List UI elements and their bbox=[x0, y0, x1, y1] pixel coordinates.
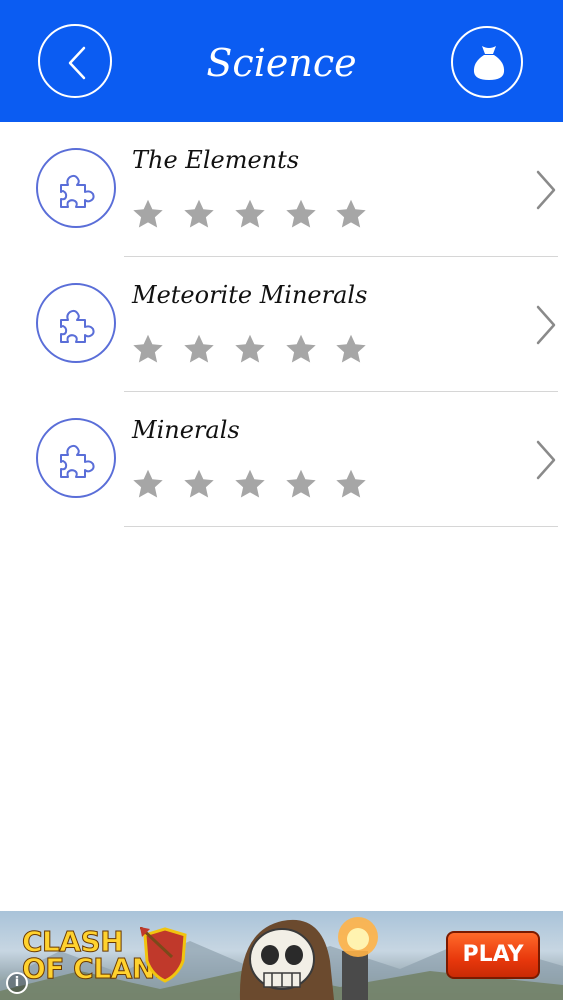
chevron-right-icon bbox=[536, 170, 556, 210]
info-icon[interactable]: i bbox=[6, 972, 28, 994]
list-item[interactable]: Minerals bbox=[0, 392, 563, 527]
star-icon bbox=[232, 196, 268, 232]
list-item[interactable]: Meteorite Minerals bbox=[0, 257, 563, 392]
coin-bag-icon bbox=[473, 46, 505, 80]
coin-bag-button[interactable] bbox=[451, 26, 523, 98]
item-title: Minerals bbox=[132, 416, 240, 444]
puzzle-badge bbox=[36, 283, 116, 363]
puzzle-piece-icon bbox=[60, 174, 95, 208]
star-icon bbox=[181, 331, 217, 367]
star-icon bbox=[232, 466, 268, 502]
item-title: Meteorite Minerals bbox=[132, 281, 368, 309]
chevron-right-icon bbox=[536, 440, 556, 480]
puzzle-piece-icon bbox=[60, 309, 95, 343]
star-icon bbox=[283, 196, 319, 232]
star-icon bbox=[333, 466, 369, 502]
puzzle-badge bbox=[36, 148, 116, 228]
ad-banner[interactable]: CLASH OF CLANS PLAY i bbox=[0, 911, 563, 1000]
star-icon bbox=[130, 196, 166, 232]
star-icon bbox=[181, 466, 217, 502]
puzzle-piece-icon bbox=[60, 444, 95, 478]
star-icon bbox=[232, 331, 268, 367]
star-icon bbox=[333, 196, 369, 232]
top-bar: Science bbox=[0, 0, 563, 122]
list-item[interactable]: The Elements bbox=[0, 122, 563, 257]
page-title: Science bbox=[206, 41, 357, 85]
play-button[interactable]: PLAY bbox=[446, 931, 540, 979]
star-icon bbox=[181, 196, 217, 232]
star-icon bbox=[130, 331, 166, 367]
chevron-right-icon bbox=[536, 305, 556, 345]
skeleton-character-icon bbox=[239, 917, 378, 1000]
back-button[interactable] bbox=[38, 24, 112, 98]
star-icon bbox=[283, 331, 319, 367]
star-icon bbox=[283, 466, 319, 502]
shield-icon bbox=[140, 927, 187, 983]
puzzle-badge bbox=[36, 418, 116, 498]
star-icon bbox=[130, 466, 166, 502]
item-title: The Elements bbox=[132, 146, 300, 174]
chevron-left-icon bbox=[68, 46, 86, 80]
divider bbox=[124, 526, 558, 527]
star-icon bbox=[333, 331, 369, 367]
